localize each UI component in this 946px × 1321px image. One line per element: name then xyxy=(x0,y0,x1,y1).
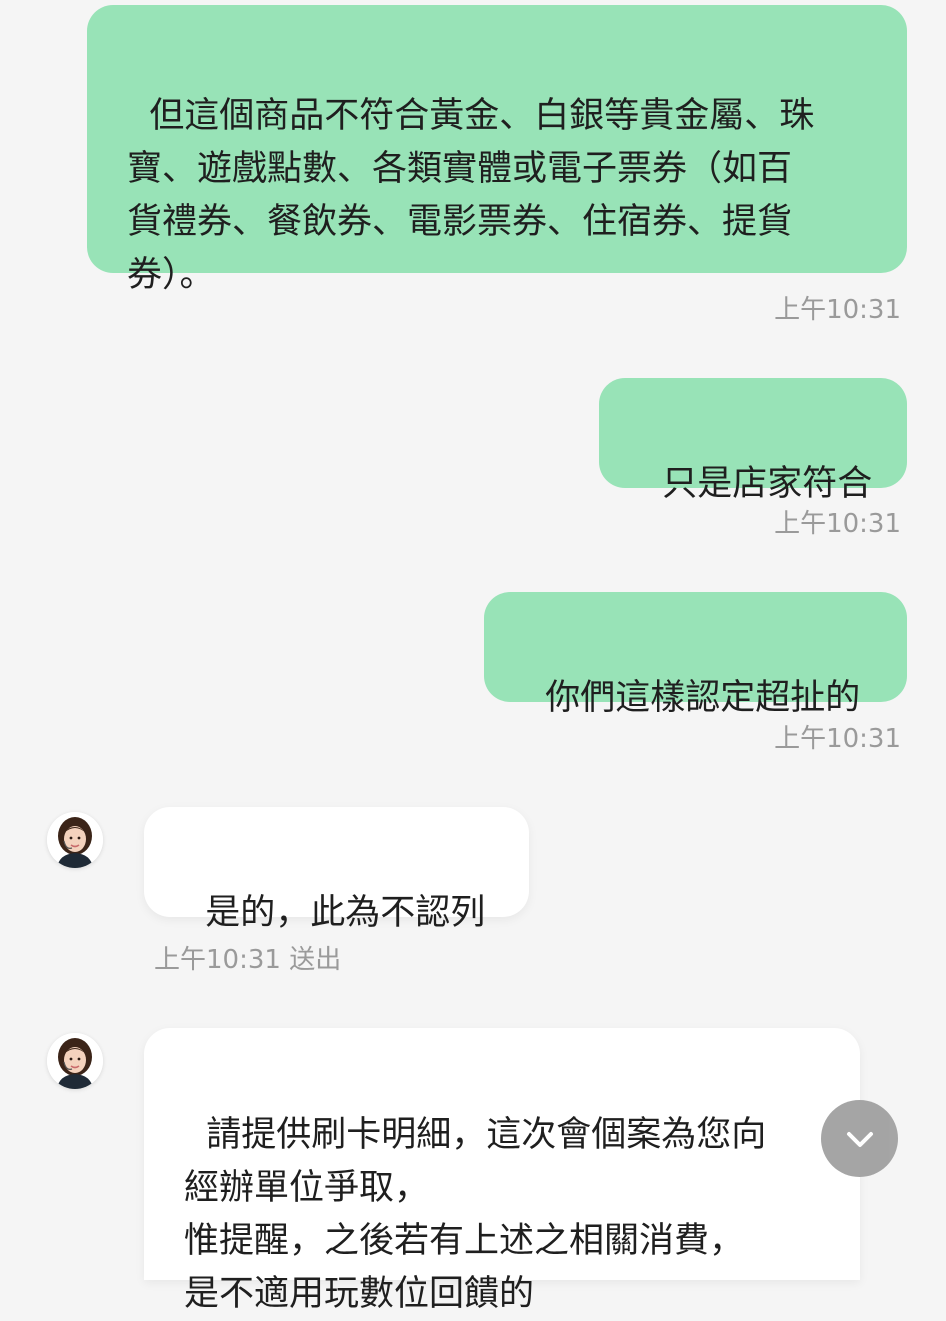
agent-message-bubble[interactable]: 是的，此為不認列 xyxy=(144,807,529,933)
agent-avatar-icon-graphic xyxy=(47,812,103,868)
chevron-down-icon xyxy=(846,1131,873,1147)
message-timestamp: 上午10:31 xyxy=(774,509,901,539)
message-text: 但這個商品不符合黃金、白銀等貴金屬、珠 寶、遊戲點數、各類實體或電子票券（如百 … xyxy=(127,96,815,295)
message-timestamp: 上午10:31 xyxy=(774,295,901,325)
message-timestamp: 上午10:31 xyxy=(774,724,901,754)
user-message-bubble[interactable]: 只是店家符合 xyxy=(599,378,907,504)
agent-avatar-icon[interactable] xyxy=(47,1033,103,1089)
message-text: 你們這樣認定超扯的 xyxy=(545,678,861,718)
user-message-bubble[interactable]: 你們這樣認定超扯的 xyxy=(484,592,907,718)
agent-avatar-icon-graphic xyxy=(47,1033,103,1089)
scroll-to-bottom-button[interactable] xyxy=(821,1100,898,1177)
message-text: 請提供刷卡明細，這次會個案為您向 經辦單位爭取， 惟提醒，之後若有上述之相關消費… xyxy=(184,1115,767,1314)
message-text: 是的，此為不認列 xyxy=(205,893,486,933)
agent-message-bubble[interactable]: 請提供刷卡明細，這次會個案為您向 經辦單位爭取， 惟提醒，之後若有上述之相關消費… xyxy=(144,1028,860,1314)
message-text: 只是店家符合 xyxy=(662,464,873,504)
message-timestamp: 上午10:31 送出 xyxy=(154,945,342,975)
agent-avatar-icon[interactable] xyxy=(47,812,103,868)
user-message-bubble[interactable]: 但這個商品不符合黃金、白銀等貴金屬、珠 寶、遊戲點數、各類實體或電子票券（如百 … xyxy=(87,5,907,295)
